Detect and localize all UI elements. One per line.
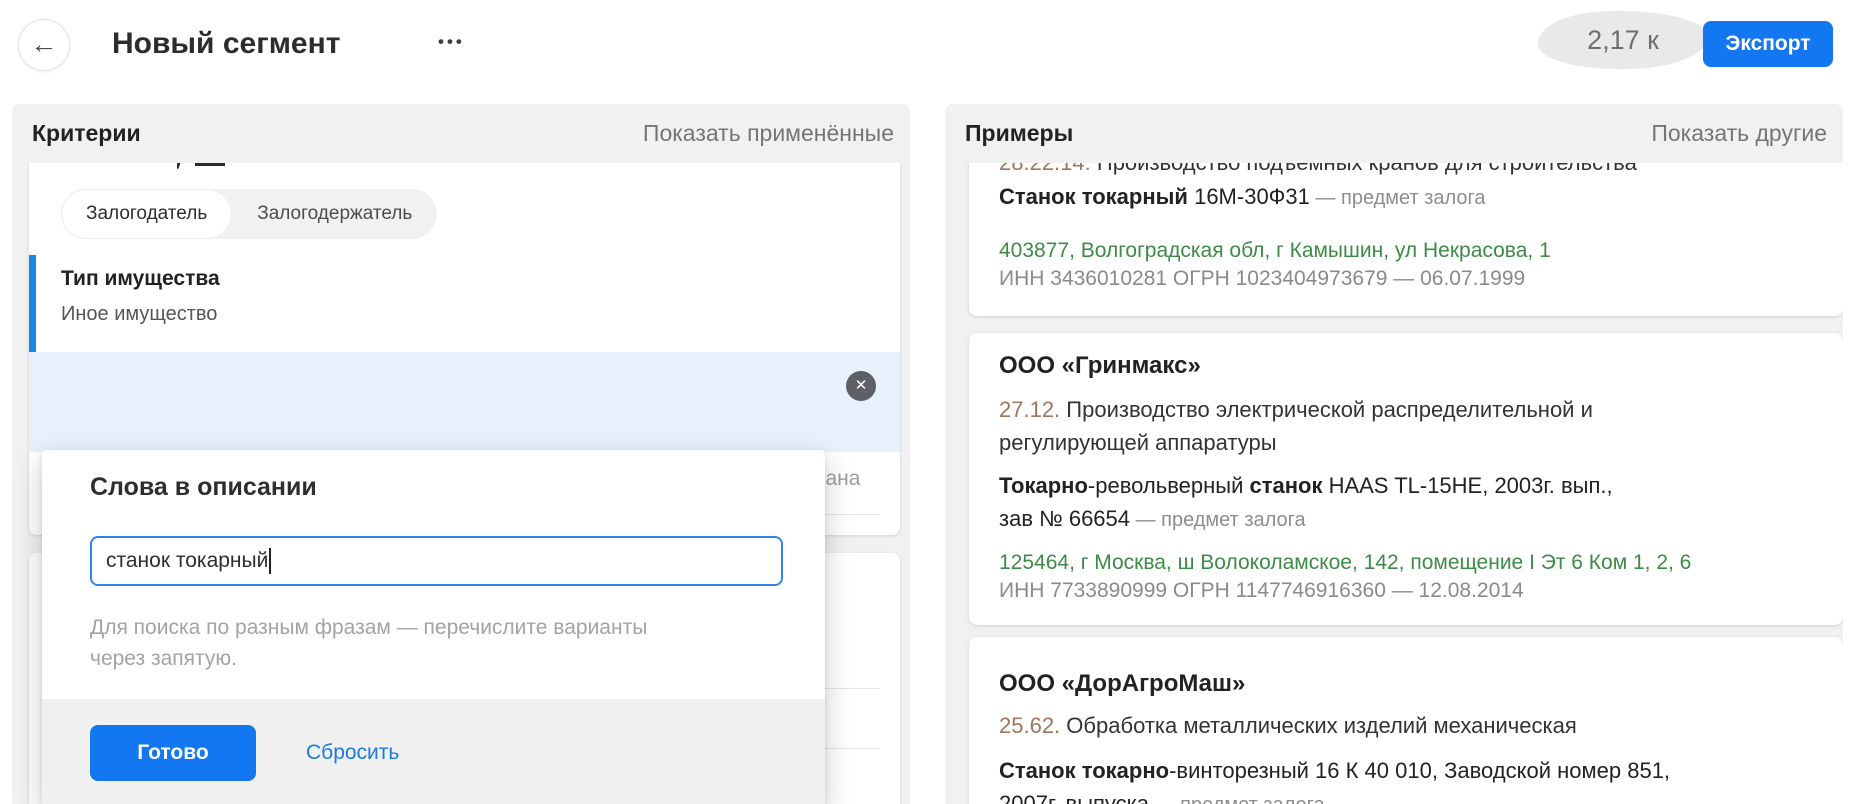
examples-cards: 28.22.14. Производство подъемных кранов … — [945, 104, 1843, 804]
pledge-line: Станок токарный 16М-30Ф31 — предмет зало… — [999, 182, 1813, 213]
text-caret — [269, 548, 271, 574]
okved-line: 25.62. Обработка металлических изделий м… — [999, 709, 1813, 742]
registration-line: ИНН 7733890999 ОГРН 1147746916360 — 12.0… — [999, 577, 1813, 605]
company-name: ООО «Гринмакс» — [999, 349, 1813, 383]
pledge-suffix: — предмет залога — [1310, 187, 1486, 209]
results-count: 2,17 к — [1587, 25, 1659, 56]
pledge-text: -револьверный — [1088, 473, 1250, 498]
criterion-property-type[interactable]: Тип имущества — [61, 267, 220, 291]
criterion-property-type-value: Иное имущество — [61, 301, 217, 327]
words-input-value: станок токарный — [106, 549, 268, 573]
close-icon[interactable]: ✕ — [846, 371, 876, 401]
words-input[interactable]: станок токарный — [90, 536, 783, 586]
address-line: 125464, г Москва, ш Волоколамское, 142, … — [999, 549, 1813, 577]
done-button[interactable]: Готово — [90, 725, 256, 781]
selected-criterion-bar — [29, 255, 36, 352]
example-card[interactable]: ООО «ДорАгроМаш» 25.62. Обработка металли… — [969, 637, 1843, 804]
criterion-words-row[interactable]: ✕ — [29, 352, 900, 452]
show-others-link[interactable]: Показать другие — [1651, 120, 1827, 147]
popup-hint: Для поиска по разным фразам — перечислит… — [90, 612, 680, 674]
reset-link[interactable]: Сбросить — [306, 741, 399, 765]
pledge-suffix: — предмет залога — [1130, 509, 1306, 531]
back-arrow-icon: ← — [31, 29, 58, 59]
okved-code: 27.12. — [999, 397, 1066, 422]
example-card[interactable]: ООО «Гринмакс» 27.12. Производство электр… — [969, 333, 1843, 625]
clipped-text-fragment — [177, 163, 257, 170]
criteria-panel-title: Критерии — [32, 120, 141, 147]
criteria-panel-header: Критерии Показать применённые — [12, 104, 910, 163]
words-in-description-popup: Слова в описании станок токарный Для пои… — [42, 450, 825, 804]
search-term-highlight: станок — [1249, 473, 1322, 498]
kebab-menu-icon[interactable]: ••• — [438, 32, 465, 52]
search-term-highlight: Станок токарно — [999, 758, 1169, 783]
export-button[interactable]: Экспорт — [1703, 21, 1833, 67]
page: ← Новый сегмент ••• 2,17 к Экспорт Залог… — [0, 0, 1853, 804]
search-term-highlight: Станок токарный — [999, 184, 1188, 209]
search-term-highlight: Токарно — [999, 473, 1088, 498]
examples-panel-title: Примеры — [965, 120, 1073, 147]
okved-code: 25.62. — [999, 713, 1066, 738]
tab-pledgee[interactable]: Залогодержатель — [232, 189, 437, 239]
criteria-panel: Залогодатель Залогодержатель Тип имущест… — [12, 104, 910, 804]
okved-line: 27.12. Производство электрической распре… — [999, 393, 1654, 459]
pledge-line: Токарно-револьверный станок HAAS TL-15HE… — [999, 469, 1644, 537]
pledge-role-tabs: Залогодатель Залогодержатель — [61, 189, 437, 239]
address-line: 403877, Волгоградская обл, г Камышин, ул… — [999, 237, 1813, 265]
pledge-line: Станок токарно-винторезный 16 К 40 010, … — [999, 754, 1729, 804]
tab-pledger[interactable]: Залогодатель — [61, 189, 232, 239]
examples-panel: 28.22.14. Производство подъемных кранов … — [945, 104, 1843, 804]
popup-footer: Готово Сбросить — [42, 699, 825, 804]
popup-title: Слова в описании — [90, 472, 317, 502]
results-count-badge: 2,17 к — [1538, 11, 1708, 69]
registration-line: ИНН 3436010281 ОГРН 1023404973679 — 06.0… — [999, 265, 1813, 293]
pledge-suffix: — предмет залога — [1149, 794, 1325, 804]
back-button[interactable]: ← — [18, 19, 70, 71]
show-applied-link[interactable]: Показать применённые — [643, 120, 894, 147]
examples-panel-header: Примеры Показать другие — [945, 104, 1843, 163]
pledge-text: 16М-30Ф31 — [1188, 184, 1310, 209]
page-title: Новый сегмент — [112, 27, 340, 61]
company-name: ООО «ДорАгроМаш» — [999, 667, 1813, 701]
